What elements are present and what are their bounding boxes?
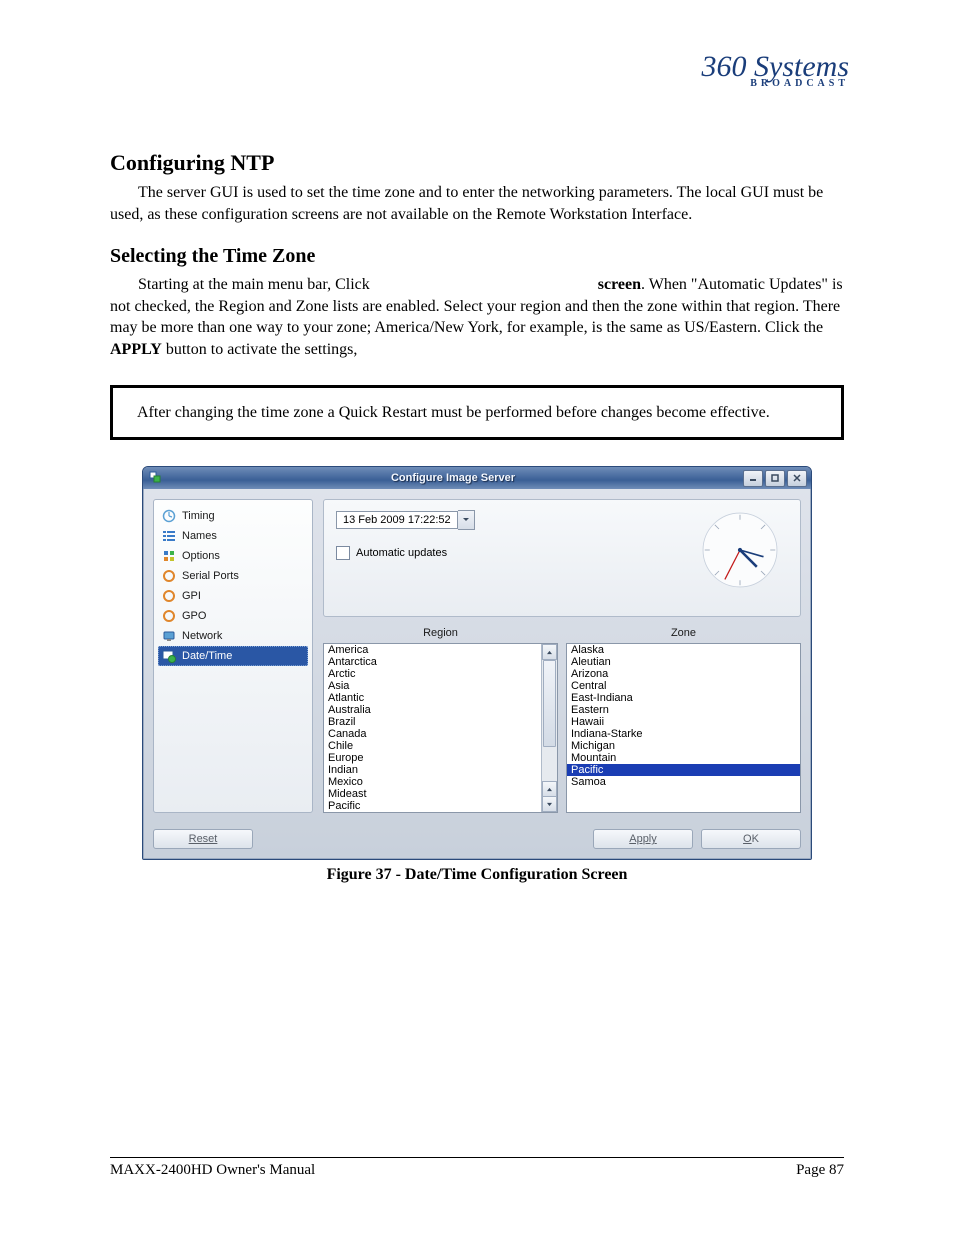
zone-option[interactable]: Pacific: [567, 764, 800, 776]
sidebar-item-label: Options: [182, 550, 220, 562]
window-maximize-button[interactable]: [765, 470, 785, 487]
window-titlebar[interactable]: Configure Image Server: [143, 467, 811, 489]
region-option[interactable]: Australia: [324, 704, 541, 716]
region-option[interactable]: America: [324, 644, 541, 656]
sidebar-item-label: GPO: [182, 610, 206, 622]
sidebar-item-label: Names: [182, 530, 217, 542]
zone-option[interactable]: Aleutian: [567, 656, 800, 668]
sidebar-item-gpi[interactable]: GPI: [158, 586, 308, 606]
zone-option[interactable]: Michigan: [567, 740, 800, 752]
region-option[interactable]: Mexico: [324, 776, 541, 788]
scroll-up-small-icon[interactable]: [542, 781, 557, 796]
region-scrollbar[interactable]: [541, 644, 557, 812]
zone-option[interactable]: East-Indiana: [567, 692, 800, 704]
zone-option[interactable]: Eastern: [567, 704, 800, 716]
page-footer: MAXX-2400HD Owner's Manual Page 87: [110, 1157, 844, 1179]
datetime-display[interactable]: 13 Feb 2009 17:22:52: [336, 511, 458, 529]
sidebar-item-names[interactable]: Names: [158, 526, 308, 546]
ok-button[interactable]: OK: [701, 829, 801, 849]
date-time-icon: [162, 649, 176, 663]
zone-option[interactable]: Indiana-Starke: [567, 728, 800, 740]
region-option[interactable]: Brazil: [324, 716, 541, 728]
region-option[interactable]: Pacific: [324, 800, 541, 812]
footer-page-number: Page 87: [796, 1162, 844, 1179]
figure-caption: Figure 37 - Date/Time Configuration Scre…: [110, 866, 844, 884]
analog-clock-icon: [698, 508, 782, 592]
zone-option[interactable]: Alaska: [567, 644, 800, 656]
reset-button[interactable]: Reset: [153, 829, 253, 849]
timing-icon: [162, 509, 176, 523]
sidebar-item-label: Date/Time: [182, 650, 232, 662]
auto-updates-checkbox[interactable]: [336, 546, 350, 560]
sidebar-item-options[interactable]: Options: [158, 546, 308, 566]
window-title: Configure Image Server: [163, 472, 743, 484]
scroll-up-icon[interactable]: [542, 644, 557, 660]
apply-button[interactable]: Apply: [593, 829, 693, 849]
zone-option[interactable]: Arizona: [567, 668, 800, 680]
zone-option[interactable]: Central: [567, 680, 800, 692]
para-timezone: Starting at the main menu bar, Click scr…: [110, 274, 844, 360]
region-option[interactable]: Asia: [324, 680, 541, 692]
brand-logo: 360 Systems BROADCAST: [702, 50, 849, 89]
options-icon: [162, 549, 176, 563]
sidebar-item-label: Serial Ports: [182, 570, 239, 582]
footer-manual-title: MAXX-2400HD Owner's Manual: [110, 1162, 315, 1179]
gpo-icon: [162, 609, 176, 623]
auto-updates-label: Automatic updates: [356, 547, 447, 559]
region-column-header: Region: [323, 625, 558, 643]
datetime-dropdown-button[interactable]: [458, 510, 475, 530]
note-box-restart: After changing the time zone a Quick Res…: [110, 385, 844, 441]
region-option[interactable]: Indian: [324, 764, 541, 776]
zone-column-header: Zone: [566, 625, 801, 643]
region-option[interactable]: Europe: [324, 752, 541, 764]
serial-ports-icon: [162, 569, 176, 583]
network-icon: [162, 629, 176, 643]
heading-configuring-ntp: Configuring NTP: [110, 150, 844, 176]
datetime-panel: 13 Feb 2009 17:22:52 Automatic updates: [323, 499, 801, 617]
window-minimize-button[interactable]: [743, 470, 763, 487]
region-option[interactable]: Arctic: [324, 668, 541, 680]
zone-option[interactable]: Hawaii: [567, 716, 800, 728]
window-close-button[interactable]: [787, 470, 807, 487]
sidebar-item-network[interactable]: Network: [158, 626, 308, 646]
region-option[interactable]: Antarctica: [324, 656, 541, 668]
sidebar-item-timing[interactable]: Timing: [158, 506, 308, 526]
scroll-down-icon[interactable]: [542, 796, 557, 812]
sidebar-item-label: Timing: [182, 510, 215, 522]
gpi-icon: [162, 589, 176, 603]
region-listbox[interactable]: AmericaAntarcticaArcticAsiaAtlanticAustr…: [323, 643, 558, 813]
region-option[interactable]: Mideast: [324, 788, 541, 800]
zone-listbox[interactable]: AlaskaAleutianArizonaCentralEast-Indiana…: [566, 643, 801, 813]
sidebar-item-gpo[interactable]: GPO: [158, 606, 308, 626]
configure-image-server-window: Configure Image Server Timing Names Option…: [142, 466, 812, 860]
zone-option[interactable]: Mountain: [567, 752, 800, 764]
names-icon: [162, 529, 176, 543]
sidebar-item-label: GPI: [182, 590, 201, 602]
region-option[interactable]: Chile: [324, 740, 541, 752]
sidebar-item-date-time[interactable]: Date/Time: [158, 646, 308, 666]
sidebar-item-label: Network: [182, 630, 222, 642]
zone-option[interactable]: Samoa: [567, 776, 800, 788]
note-text: After changing the time zone a Quick Res…: [137, 402, 817, 424]
sidebar-item-serial-ports[interactable]: Serial Ports: [158, 566, 308, 586]
para-ntp-intro: The server GUI is used to set the time z…: [110, 182, 844, 225]
window-app-icon: [149, 471, 163, 485]
region-option[interactable]: Atlantic: [324, 692, 541, 704]
sidebar: Timing Names Options Serial Ports GPI GPO Netw…: [153, 499, 313, 813]
region-option[interactable]: Canada: [324, 728, 541, 740]
heading-selecting-timezone: Selecting the Time Zone: [110, 245, 844, 268]
